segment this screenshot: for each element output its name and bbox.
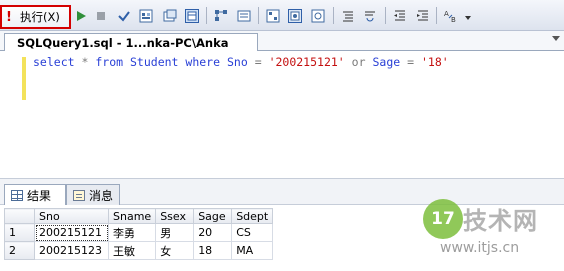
- toolbar-overflow-icon[interactable]: [464, 14, 472, 22]
- column-sno: Sno: [226, 55, 248, 69]
- column-sage: Sage: [372, 55, 401, 69]
- column-header[interactable]: Sdept: [231, 208, 274, 224]
- query-options-icon[interactable]: [237, 9, 251, 23]
- message-icon: [73, 189, 85, 201]
- table-cell[interactable]: 王敏: [107, 241, 157, 260]
- keyword-or: or: [351, 55, 366, 69]
- table-row[interactable]: 2 200215123 王敏 女 18 MA: [4, 241, 274, 260]
- op-equals-2: =: [407, 55, 415, 69]
- grid-icon: [11, 189, 23, 201]
- tab-sqlquery1[interactable]: SQLQuery1.sql - 1...nka-PC\Anka (52))*: [4, 33, 258, 64]
- include-plan-icon[interactable]: [266, 9, 280, 23]
- row-number[interactable]: 2: [4, 241, 35, 260]
- uncomment-icon[interactable]: [363, 9, 377, 23]
- table-cell[interactable]: 200215123: [34, 241, 109, 260]
- editor-tabstrip: SQLQuery1.sql - 1...nka-PC\Anka (52))*: [0, 31, 564, 64]
- table-cell[interactable]: 女: [155, 241, 195, 260]
- stop-icon[interactable]: [94, 9, 108, 23]
- column-header[interactable]: Sno: [34, 208, 109, 224]
- row-number[interactable]: 1: [4, 223, 35, 242]
- table-cell[interactable]: CS: [231, 223, 274, 242]
- query-text[interactable]: select * from Student where Sno = '20021…: [33, 55, 449, 69]
- table-name: Student: [130, 55, 179, 69]
- specify-values-icon[interactable]: AB: [443, 9, 461, 23]
- watermark-badge: 17: [423, 199, 463, 239]
- execute-label: 执行(X): [20, 10, 60, 24]
- row-header-corner[interactable]: [4, 208, 35, 224]
- keyword-select: select: [33, 55, 75, 69]
- watermark-brand: 技术网: [463, 207, 538, 235]
- results-to-text-icon[interactable]: [139, 9, 153, 23]
- keyword-from: from: [95, 55, 124, 69]
- table-cell[interactable]: 男: [155, 223, 195, 242]
- tab-results[interactable]: 结果: [4, 184, 66, 205]
- string-sno: '200215121': [268, 55, 345, 69]
- comment-icon[interactable]: [341, 9, 355, 23]
- results-to-grid-icon[interactable]: [163, 9, 177, 23]
- table-cell[interactable]: 200215121: [34, 223, 109, 242]
- query-toolbar: ! 执行(X) AB: [0, 0, 564, 31]
- results-to-file-icon[interactable]: [185, 9, 199, 23]
- watermark-url: www.itjs.cn: [440, 240, 520, 256]
- keyword-where: where: [185, 55, 221, 69]
- table-cell[interactable]: MA: [231, 241, 274, 260]
- decrease-indent-icon[interactable]: [393, 9, 407, 23]
- include-statistics-icon[interactable]: [288, 9, 302, 23]
- toolbar-separator: [258, 7, 259, 24]
- toolbar-separator: [206, 7, 207, 24]
- table-row[interactable]: 1 200215121 李勇 男 20 CS: [4, 223, 274, 242]
- table-cell[interactable]: 20: [193, 223, 233, 242]
- column-header[interactable]: Sname: [107, 208, 157, 224]
- query-editor[interactable]: select * from Student where Sno = '20021…: [0, 51, 564, 178]
- tab-messages[interactable]: 消息: [66, 184, 120, 205]
- tab-list-dropdown-icon[interactable]: [552, 36, 560, 41]
- client-statistics-icon[interactable]: [311, 9, 325, 23]
- op-star: *: [81, 55, 89, 69]
- svg-text:B: B: [451, 16, 456, 23]
- table-cell[interactable]: 18: [193, 241, 233, 260]
- modified-lines-marker: [22, 57, 26, 100]
- string-sage: '18': [420, 55, 449, 69]
- toolbar-separator: [436, 7, 437, 24]
- toolbar-separator: [333, 7, 334, 24]
- column-header[interactable]: Sage: [193, 208, 233, 224]
- svg-text:A: A: [444, 10, 449, 18]
- table-cell[interactable]: 李勇: [107, 223, 157, 242]
- tab-results-label: 结果: [27, 188, 52, 203]
- execute-icon: !: [6, 9, 12, 25]
- parse-icon[interactable]: [117, 9, 131, 23]
- tab-messages-label: 消息: [89, 188, 114, 203]
- increase-indent-icon[interactable]: [416, 9, 430, 23]
- column-header[interactable]: Ssex: [155, 208, 195, 224]
- results-grid[interactable]: Sno Sname Ssex Sage Sdept 1 200215121 李勇…: [4, 208, 274, 260]
- debug-icon[interactable]: [74, 9, 88, 23]
- execute-button[interactable]: ! 执行(X): [0, 5, 71, 29]
- toolbar-separator: [385, 7, 386, 24]
- display-estimated-plan-icon[interactable]: [214, 9, 228, 23]
- op-equals-1: =: [254, 55, 262, 69]
